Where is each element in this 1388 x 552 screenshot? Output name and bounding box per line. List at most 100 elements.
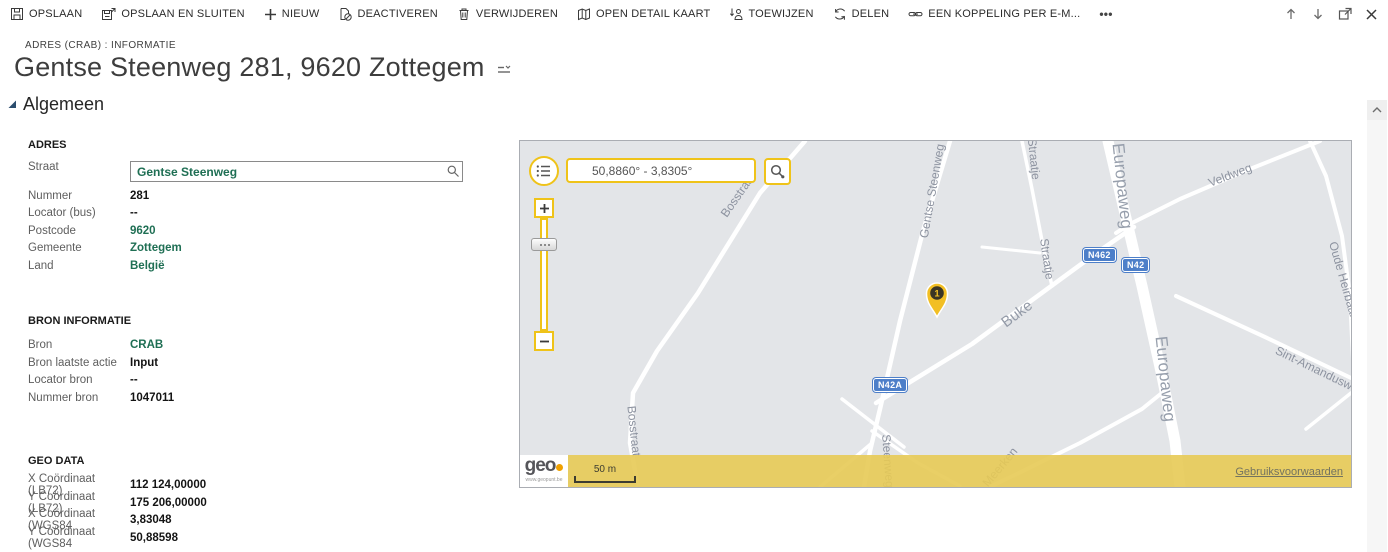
- field-postcode-value[interactable]: 9620: [130, 225, 156, 237]
- map-roads: 1: [627, 141, 1351, 487]
- plus-icon: [539, 203, 549, 213]
- terms-link[interactable]: Gebruiksvoorwaarden: [1235, 466, 1343, 478]
- field-y-wgs84: Y Coördinaat (WGS84 50,88598: [28, 526, 478, 550]
- scroll-up-icon[interactable]: [1367, 100, 1387, 120]
- page-title: Gentse Steenweg 281, 9620 Zottegem: [14, 52, 485, 82]
- save-and-close-icon: [101, 7, 116, 21]
- save-label: OPSLAAN: [29, 8, 83, 20]
- map-icon: [577, 7, 591, 21]
- field-gemeente: Gemeente Zottegem: [28, 240, 478, 258]
- map-marker[interactable]: 1: [925, 282, 949, 319]
- share-label: DELEN: [851, 8, 890, 20]
- search-location-icon: [770, 164, 785, 179]
- field-gemeente-label: Gemeente: [28, 242, 82, 255]
- command-bar: OPSLAAN OPSLAAN EN SLUITEN NIEUW DEACTIV…: [0, 0, 1388, 28]
- geopunt-logo-text: geo: [524, 455, 557, 476]
- save-button[interactable]: OPSLAAN: [10, 7, 82, 21]
- field-gemeente-value[interactable]: Zottegem: [130, 242, 182, 254]
- field-y-wgs84-value[interactable]: 50,88598: [130, 532, 178, 544]
- new-button[interactable]: NIEUW: [264, 8, 320, 21]
- save-icon: [10, 7, 24, 21]
- field-bron-laatste-actie-label: Bron laatste actie: [28, 356, 117, 369]
- section-algemeen-header[interactable]: Algemeen: [8, 94, 104, 115]
- field-land: Land België: [28, 257, 478, 275]
- field-bron-laatste-actie: Bron laatste actie Input: [28, 354, 478, 372]
- deactivate-button[interactable]: DEACTIVEREN: [338, 7, 438, 21]
- delete-label: VERWIJDEREN: [475, 8, 558, 20]
- link-icon: [908, 7, 923, 21]
- geopunt-logo-dot-icon: [556, 464, 564, 471]
- open-detail-map-button[interactable]: OPEN DETAIL KAART: [577, 7, 710, 21]
- map-search-input[interactable]: [568, 160, 754, 181]
- close-icon[interactable]: [1365, 8, 1378, 21]
- field-bron-laatste-actie-value[interactable]: Input: [130, 357, 158, 369]
- deactivate-label: DEACTIVEREN: [357, 8, 438, 20]
- road-shield: N462: [1083, 248, 1116, 262]
- email-link-button[interactable]: EEN KOPPELING PER E-M...: [908, 7, 1080, 21]
- field-locator-bron-label: Locator bron: [28, 374, 93, 387]
- record-type-label: ADRES (CRAB) : INFORMATIE: [25, 40, 176, 51]
- lookup-search-icon[interactable]: [446, 164, 460, 178]
- page-header: ADRES (CRAB) : INFORMATIE Gentse Steenwe…: [14, 40, 511, 83]
- field-postcode: Postcode 9620: [28, 222, 478, 240]
- assign-button[interactable]: TOEWIJZEN: [729, 7, 813, 21]
- more-label: •••: [1099, 7, 1113, 21]
- collapse-triangle-icon: [8, 100, 16, 108]
- delete-button[interactable]: VERWIJDEREN: [457, 7, 558, 21]
- zoom-in-button[interactable]: [534, 198, 554, 218]
- straat-lookup-input[interactable]: [130, 161, 463, 182]
- field-land-value[interactable]: België: [130, 260, 165, 272]
- field-straat-label: Straat: [28, 161, 59, 173]
- field-land-label: Land: [28, 259, 54, 272]
- field-x-wgs84-value[interactable]: 3,83048: [130, 514, 172, 526]
- zoom-slider-handle[interactable]: [531, 238, 557, 251]
- field-nummer-bron: Nummer bron 1047011: [28, 389, 478, 407]
- save-and-close-label: OPSLAAN EN SLUITEN: [121, 8, 245, 20]
- field-nummer-bron-value[interactable]: 1047011: [130, 392, 174, 404]
- popout-icon[interactable]: [1338, 7, 1352, 21]
- more-commands-button[interactable]: •••: [1099, 7, 1112, 21]
- field-y-lb72-value[interactable]: 175 206,00000: [130, 497, 207, 509]
- previous-record-icon[interactable]: [1284, 7, 1298, 21]
- zoom-slider-track[interactable]: [540, 218, 548, 331]
- form-area: ADRES Straat Nummer 281 Locator (bus) --…: [28, 139, 478, 550]
- map-widget[interactable]: 1 Bosstraat Bosstraat Gentse Steenweg St…: [519, 140, 1352, 488]
- field-locator-bron-value[interactable]: --: [130, 374, 138, 386]
- map-search-button[interactable]: [764, 158, 791, 185]
- next-record-icon[interactable]: [1311, 7, 1325, 21]
- field-locator-bus-value[interactable]: --: [130, 207, 138, 219]
- field-straat: Straat: [28, 161, 478, 187]
- field-postcode-label: Postcode: [28, 224, 76, 237]
- email-link-label: EEN KOPPELING PER E-M...: [928, 8, 1081, 20]
- assign-icon: [729, 7, 743, 21]
- field-nummer-value[interactable]: 281: [130, 190, 149, 202]
- list-icon: [536, 165, 550, 177]
- map-scale-bar: [574, 476, 636, 483]
- deactivate-icon: [338, 7, 353, 21]
- zoom-out-button[interactable]: [534, 331, 554, 351]
- share-button[interactable]: DELEN: [833, 7, 890, 21]
- field-nummer-bron-label: Nummer bron: [28, 391, 99, 404]
- save-and-close-button[interactable]: OPSLAAN EN SLUITEN: [101, 7, 245, 21]
- map-marker-label: 1: [934, 289, 940, 300]
- form-selector-icon[interactable]: [497, 65, 511, 76]
- map-attribution-bar: geo www.geopunt.be 50 m Gebruiksvoorwaar…: [520, 455, 1351, 487]
- group-adres-title: ADRES: [28, 139, 67, 151]
- field-x-lb72-value[interactable]: 112 124,00000: [130, 479, 206, 491]
- field-locator-bus-label: Locator (bus): [28, 207, 96, 220]
- group-geo-title: GEO DATA: [28, 454, 85, 467]
- group-geo-data: GEO DATA X Coördinaat (LB72) 112 124,000…: [28, 454, 478, 550]
- page-scrollbar[interactable]: [1367, 100, 1387, 552]
- field-nummer-label: Nummer: [28, 189, 73, 202]
- section-title: Algemeen: [23, 94, 105, 114]
- field-bron: Bron CRAB: [28, 337, 478, 355]
- new-label: NIEUW: [281, 8, 320, 20]
- field-bron-label: Bron: [28, 339, 53, 352]
- map-layers-button[interactable]: [529, 156, 559, 186]
- trash-icon: [457, 7, 471, 21]
- geopunt-logo[interactable]: geo www.geopunt.be: [520, 455, 568, 487]
- open-detail-map-label: OPEN DETAIL KAART: [595, 8, 711, 20]
- field-bron-value[interactable]: CRAB: [130, 339, 163, 351]
- field-locator-bus: Locator (bus) --: [28, 205, 478, 223]
- group-adres: ADRES Straat Nummer 281 Locator (bus) --…: [28, 139, 478, 275]
